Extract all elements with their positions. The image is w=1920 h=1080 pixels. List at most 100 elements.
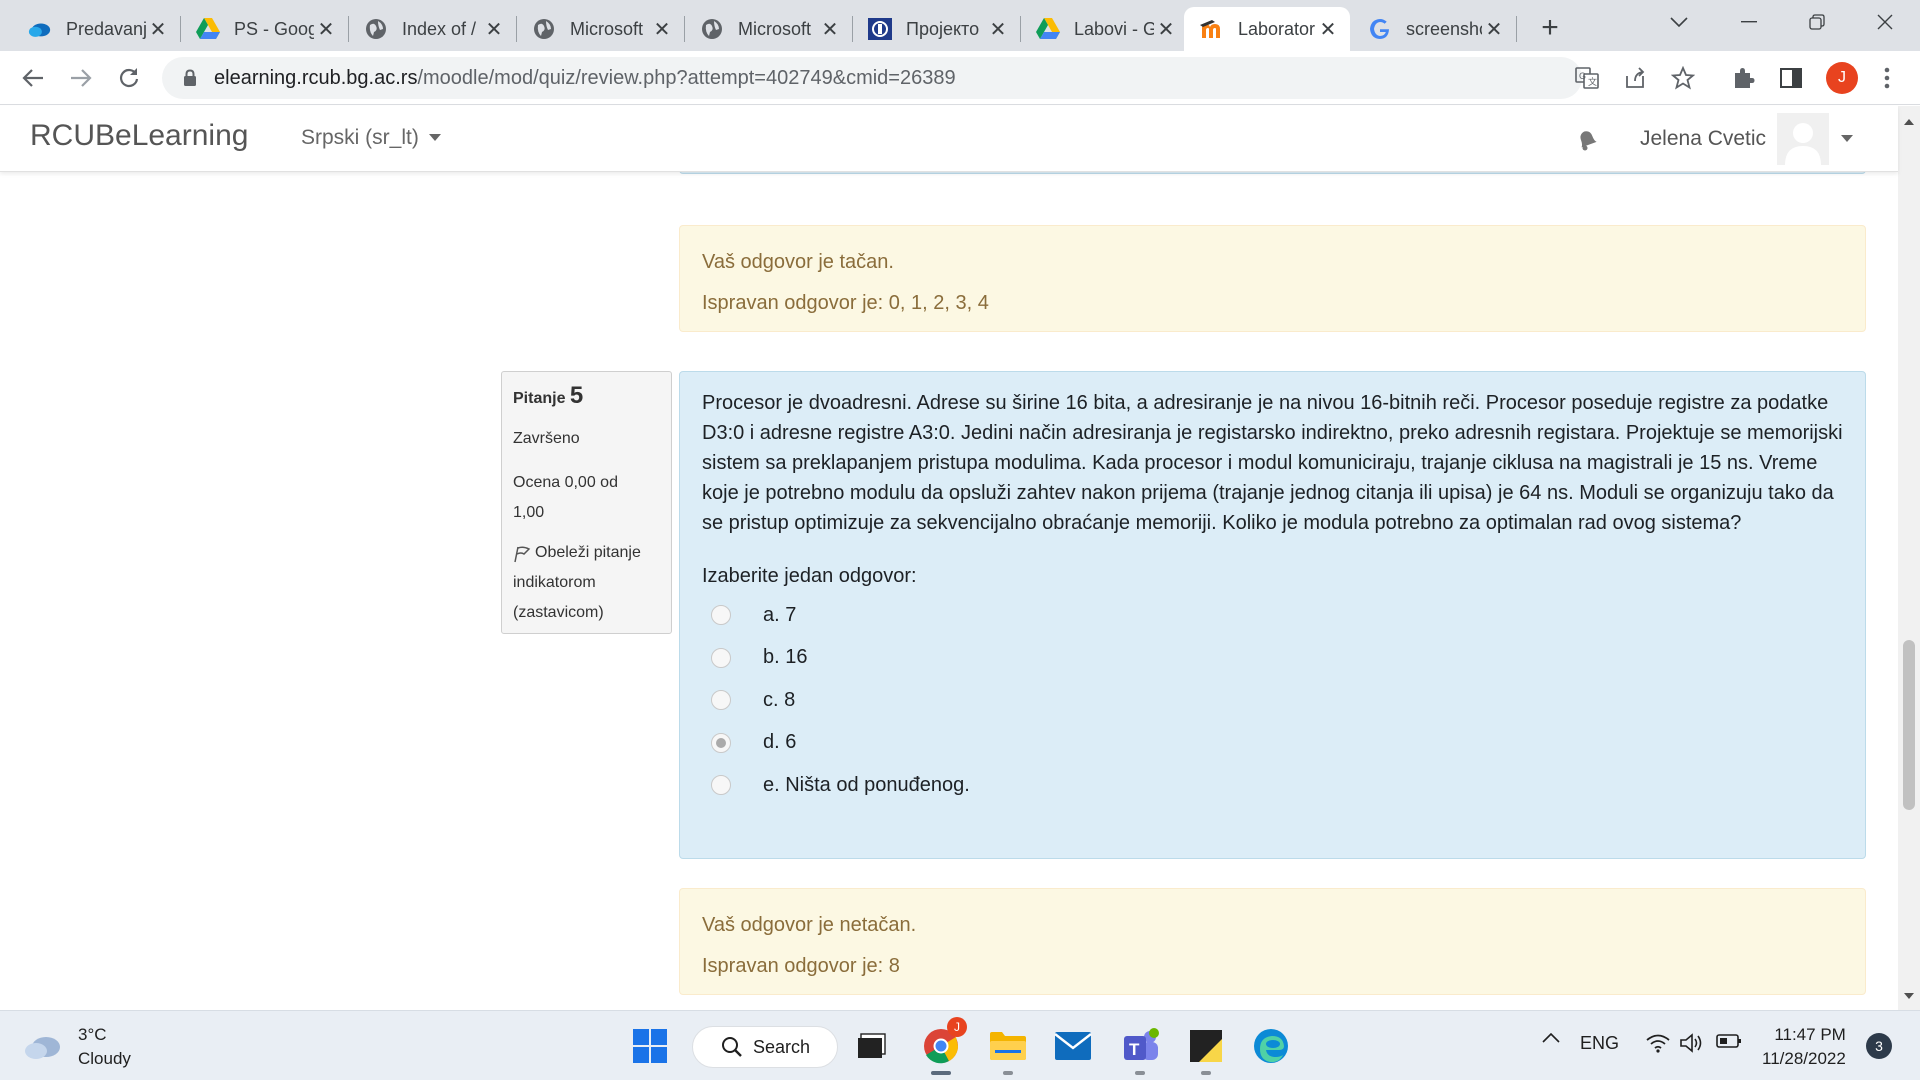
site-logo-icon — [868, 17, 892, 41]
answer-label: c. 8 — [763, 688, 796, 711]
volume-button[interactable] — [1680, 1033, 1704, 1053]
tab-close-icon[interactable]: ✕ — [650, 17, 674, 41]
share-button[interactable] — [1618, 61, 1652, 95]
browser-tab-active[interactable]: Laboratorija ✕ — [1184, 7, 1350, 51]
feedback-result: Vaš odgovor je tačan. — [702, 251, 894, 273]
svg-text:文: 文 — [1588, 76, 1597, 88]
answer-label: a. 7 — [763, 603, 797, 626]
radio-button[interactable] — [711, 775, 731, 796]
user-avatar[interactable] — [1777, 113, 1829, 165]
forward-button[interactable] — [64, 61, 98, 95]
close-window-button[interactable] — [1852, 0, 1918, 44]
tab-close-icon[interactable]: ✕ — [818, 17, 842, 41]
mail-button[interactable] — [1049, 1023, 1097, 1069]
browser-tab[interactable]: Index of / ✕ — [348, 7, 516, 51]
user-name[interactable]: Jelena Cvetic — [1640, 127, 1766, 151]
answer-option-a[interactable]: a. 7 — [702, 594, 1843, 637]
moodle-icon — [1200, 17, 1224, 41]
address-bar[interactable]: elearning.rcub.bg.ac.rs/moodle/mod/quiz/… — [162, 57, 1582, 99]
start-button[interactable] — [626, 1023, 674, 1069]
tab-close-icon[interactable]: ✕ — [1316, 17, 1340, 41]
star-icon — [1671, 66, 1695, 90]
wifi-button[interactable] — [1646, 1033, 1670, 1053]
user-silhouette-icon — [1777, 113, 1829, 165]
question-box: Procesor je dvoadresni. Adrese su širine… — [679, 371, 1866, 859]
profile-avatar-button[interactable]: J — [1826, 62, 1858, 94]
globe-icon — [364, 17, 388, 41]
extensions-button[interactable] — [1726, 61, 1760, 95]
chrome-menu-button[interactable] — [1870, 61, 1904, 95]
radio-button-selected[interactable] — [711, 732, 731, 753]
taskbar-search[interactable]: Search — [692, 1026, 838, 1068]
battery-button[interactable] — [1716, 1033, 1742, 1049]
notification-count-badge[interactable]: 3 — [1866, 1033, 1892, 1059]
translate-icon: G文 — [1575, 67, 1599, 89]
reload-button[interactable] — [112, 61, 146, 95]
previous-question-feedback: Vaš odgovor je tačan. Ispravan odgovor j… — [679, 225, 1866, 332]
sticky-notes-button[interactable] — [1182, 1023, 1230, 1075]
feedback-correct-answer: Ispravan odgovor je: 0, 1, 2, 3, 4 — [702, 292, 989, 314]
file-explorer-button[interactable] — [984, 1023, 1032, 1075]
notifications-button[interactable] — [1572, 124, 1602, 154]
tab-close-icon[interactable]: ✕ — [314, 17, 338, 41]
answer-option-c[interactable]: c. 8 — [702, 679, 1843, 722]
weather-widget[interactable]: 3°C Cloudy — [24, 1023, 131, 1071]
browser-tab[interactable]: PS - Google Drive ✕ — [180, 7, 348, 51]
globe-icon — [532, 17, 556, 41]
system-clock[interactable]: 11:47 PM 11/28/2022 — [1762, 1023, 1846, 1071]
restore-button[interactable] — [1784, 0, 1850, 44]
side-panel-button[interactable] — [1774, 61, 1808, 95]
globe-icon — [700, 17, 724, 41]
user-menu-caret[interactable] — [1840, 132, 1854, 146]
language-indicator[interactable]: ENG — [1580, 1033, 1619, 1054]
minimize-icon — [1741, 21, 1757, 23]
tab-close-icon[interactable]: ✕ — [986, 17, 1010, 41]
chrome-taskbar-button[interactable]: J — [917, 1017, 967, 1075]
clock-time: 11:47 PM — [1774, 1025, 1846, 1044]
browser-tab[interactable]: Microsoft ✕ — [684, 7, 852, 51]
scroll-down-arrow[interactable] — [1898, 986, 1920, 1006]
browser-tab[interactable]: Predavanja ✕ — [12, 7, 180, 51]
tab-close-icon[interactable]: ✕ — [1154, 17, 1178, 41]
edge-button[interactable] — [1247, 1023, 1295, 1069]
page-content: Vaš odgovor je tačan. Ispravan odgovor j… — [0, 106, 1898, 1010]
language-menu[interactable]: Srpski (sr_lt) — [301, 126, 441, 150]
battery-icon — [1716, 1034, 1741, 1048]
browser-tab[interactable]: Labovi - Google Drive ✕ — [1020, 7, 1188, 51]
bookmark-button[interactable] — [1666, 61, 1700, 95]
task-view-icon — [858, 1033, 886, 1058]
answer-option-d[interactable]: d. 6 — [702, 722, 1843, 765]
radio-button[interactable] — [711, 690, 731, 711]
speaker-icon — [1680, 1033, 1702, 1053]
browser-tab[interactable]: Пројекто ✕ — [852, 7, 1020, 51]
tab-search-button[interactable] — [1646, 0, 1712, 44]
minimize-button[interactable] — [1716, 0, 1782, 44]
tray-overflow-button[interactable] — [1538, 1033, 1564, 1043]
chrome-profile-badge: J — [947, 1017, 967, 1037]
teams-button[interactable]: T — [1116, 1023, 1164, 1075]
flag-question-toggle[interactable]: Obeleži pitanje indikatorom (zastavicom) — [513, 538, 660, 628]
scrollbar-thumb[interactable] — [1903, 640, 1915, 810]
site-brand[interactable]: RCUBeLearning — [30, 119, 248, 153]
caret-down-icon — [1841, 135, 1853, 142]
new-tab-button[interactable]: + — [1532, 10, 1568, 46]
tab-close-icon[interactable]: ✕ — [146, 17, 170, 41]
answer-option-e[interactable]: e. Ništa od ponuđenog. — [702, 764, 1843, 807]
wifi-icon — [1646, 1034, 1670, 1053]
task-view-button[interactable] — [848, 1023, 896, 1069]
page-scrollbar[interactable] — [1898, 106, 1920, 1010]
tab-close-icon[interactable]: ✕ — [1482, 17, 1506, 41]
question-info-panel: Pitanje 5 Završeno Ocena 0,00 od 1,00 Obe… — [501, 371, 672, 634]
browser-tab[interactable]: screenshot ✕ — [1352, 7, 1516, 51]
translate-button[interactable]: G文 — [1570, 61, 1604, 95]
scroll-up-arrow[interactable] — [1898, 112, 1920, 132]
answer-option-b[interactable]: b. 16 — [702, 637, 1843, 680]
radio-button[interactable] — [711, 605, 731, 626]
browser-tab[interactable]: Microsoft ✕ — [516, 7, 684, 51]
radio-button[interactable] — [711, 647, 731, 668]
flag-icon — [513, 544, 531, 562]
answer-list: a. 7 b. 16 c. 8 d. 6 e. Ništa od ponuđen… — [702, 594, 1843, 807]
back-button[interactable] — [16, 61, 50, 95]
tab-close-icon[interactable]: ✕ — [482, 17, 506, 41]
running-indicator — [1201, 1071, 1211, 1075]
